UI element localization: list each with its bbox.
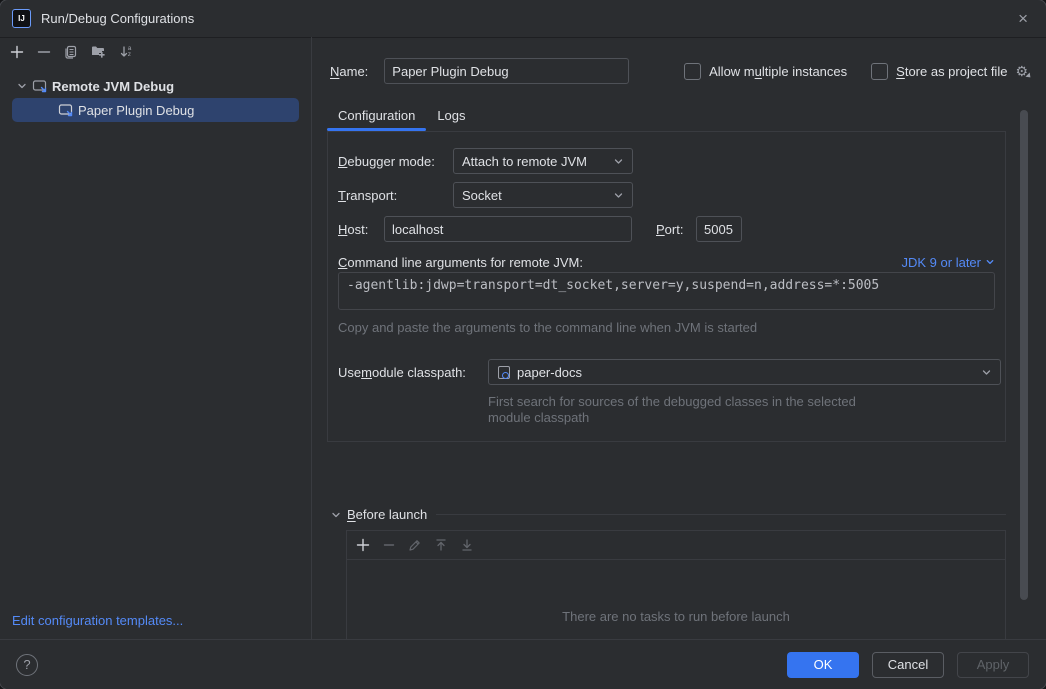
configuration-editor: Name: Allow multiple instances Store as … [312, 37, 1046, 640]
tree-item-paper-plugin-debug[interactable]: Paper Plugin Debug [12, 98, 299, 122]
allow-multiple-instances-label: Allow multiple instances [709, 64, 847, 79]
transport-label: Transport: [338, 182, 397, 208]
tree-item-label: Paper Plugin Debug [78, 103, 194, 118]
debugger-mode-value: Attach to remote JVM [462, 154, 587, 169]
edit-task-icon[interactable] [407, 537, 423, 553]
cmdline-label: Command line arguments for remote JVM: [338, 252, 583, 272]
store-as-project-file-label: Store as project file [896, 64, 1007, 79]
cmdline-arguments-field[interactable]: -agentlib:jdwp=transport=dt_socket,serve… [338, 272, 995, 310]
name-label: Name: [330, 64, 368, 79]
run-debug-configurations-dialog: IJ Run/Debug Configurations × [0, 0, 1046, 689]
cmdline-hint: Copy and paste the arguments to the comm… [338, 320, 757, 335]
before-launch-header[interactable]: Before launch [330, 507, 1006, 522]
new-folder-icon[interactable] [90, 44, 106, 60]
configuration-form-panel: Debugger mode: Attach to remote JVM Tran… [327, 131, 1006, 442]
module-classpath-value: paper-docs [517, 365, 582, 380]
module-icon [497, 365, 511, 379]
host-label: Host: [338, 216, 368, 242]
store-options-gear-icon[interactable]: ⚙ [1015, 64, 1028, 78]
tree-group-label: Remote JVM Debug [52, 79, 174, 94]
configurations-sidebar: az Remote JVM Debug [0, 37, 312, 640]
add-configuration-icon[interactable] [9, 44, 25, 60]
move-task-down-icon[interactable] [459, 537, 475, 553]
checkbox-icon[interactable] [684, 63, 701, 80]
dialog-footer: ? OK Cancel Apply [0, 639, 1046, 689]
transport-value: Socket [462, 188, 502, 203]
configurations-tree: Remote JVM Debug Paper Plugin Debug [0, 74, 311, 122]
close-icon[interactable]: × [1012, 8, 1034, 29]
debugger-mode-select[interactable]: Attach to remote JVM [453, 148, 633, 174]
editor-tabs: Configuration Logs [327, 100, 477, 130]
host-input[interactable] [384, 216, 632, 242]
checkbox-icon[interactable] [871, 63, 888, 80]
before-launch-title: Before launch [347, 507, 427, 522]
allow-multiple-instances-checkbox[interactable]: Allow multiple instances [684, 63, 847, 80]
module-classpath-hint-line1: First search for sources of the debugged… [488, 394, 856, 409]
jdk-version-selector[interactable]: JDK 9 or later [902, 252, 995, 272]
remote-debug-config-icon [32, 78, 48, 94]
before-launch-toolbar [347, 531, 1005, 560]
title-bar: IJ Run/Debug Configurations × [0, 0, 1046, 38]
name-row: Name: Allow multiple instances Store as … [330, 58, 1028, 84]
remove-task-icon[interactable] [381, 537, 397, 553]
tab-logs[interactable]: Logs [426, 100, 476, 130]
jdk-version-label: JDK 9 or later [902, 255, 981, 270]
chevron-down-icon [613, 190, 624, 201]
window-title: Run/Debug Configurations [41, 11, 194, 26]
chevron-down-icon[interactable] [16, 80, 28, 92]
help-button[interactable]: ? [16, 654, 38, 676]
vertical-scrollbar[interactable] [1020, 110, 1028, 600]
port-input[interactable] [696, 216, 742, 242]
add-task-icon[interactable] [355, 537, 371, 553]
remove-configuration-icon[interactable] [36, 44, 52, 60]
debugger-mode-label: Debugger mode: [338, 148, 435, 174]
tree-group-remote-jvm-debug[interactable]: Remote JVM Debug [0, 74, 311, 98]
transport-select[interactable]: Socket [453, 182, 633, 208]
name-input[interactable] [384, 58, 629, 84]
remote-debug-config-icon [58, 102, 74, 118]
divider [436, 514, 1006, 515]
edit-configuration-templates-link[interactable]: Edit configuration templates... [12, 613, 183, 628]
move-task-up-icon[interactable] [433, 537, 449, 553]
chevron-down-icon [613, 156, 624, 167]
copy-configuration-icon[interactable] [63, 44, 79, 60]
module-classpath-label: Use module classpath: [338, 359, 466, 385]
module-classpath-hint-line2: module classpath [488, 410, 589, 425]
sidebar-toolbar: az [0, 37, 311, 67]
cancel-button[interactable]: Cancel [872, 652, 944, 678]
module-classpath-select[interactable]: paper-docs [488, 359, 1001, 385]
apply-button[interactable]: Apply [957, 652, 1029, 678]
sort-configurations-icon[interactable]: az [117, 44, 133, 60]
chevron-down-icon [330, 509, 342, 521]
tab-configuration[interactable]: Configuration [327, 100, 426, 130]
chevron-down-icon [981, 367, 992, 378]
ok-button[interactable]: OK [787, 652, 859, 678]
port-label: Port: [656, 216, 683, 242]
intellij-logo-icon: IJ [12, 9, 31, 28]
store-as-project-file-checkbox[interactable]: Store as project file [871, 63, 1007, 80]
